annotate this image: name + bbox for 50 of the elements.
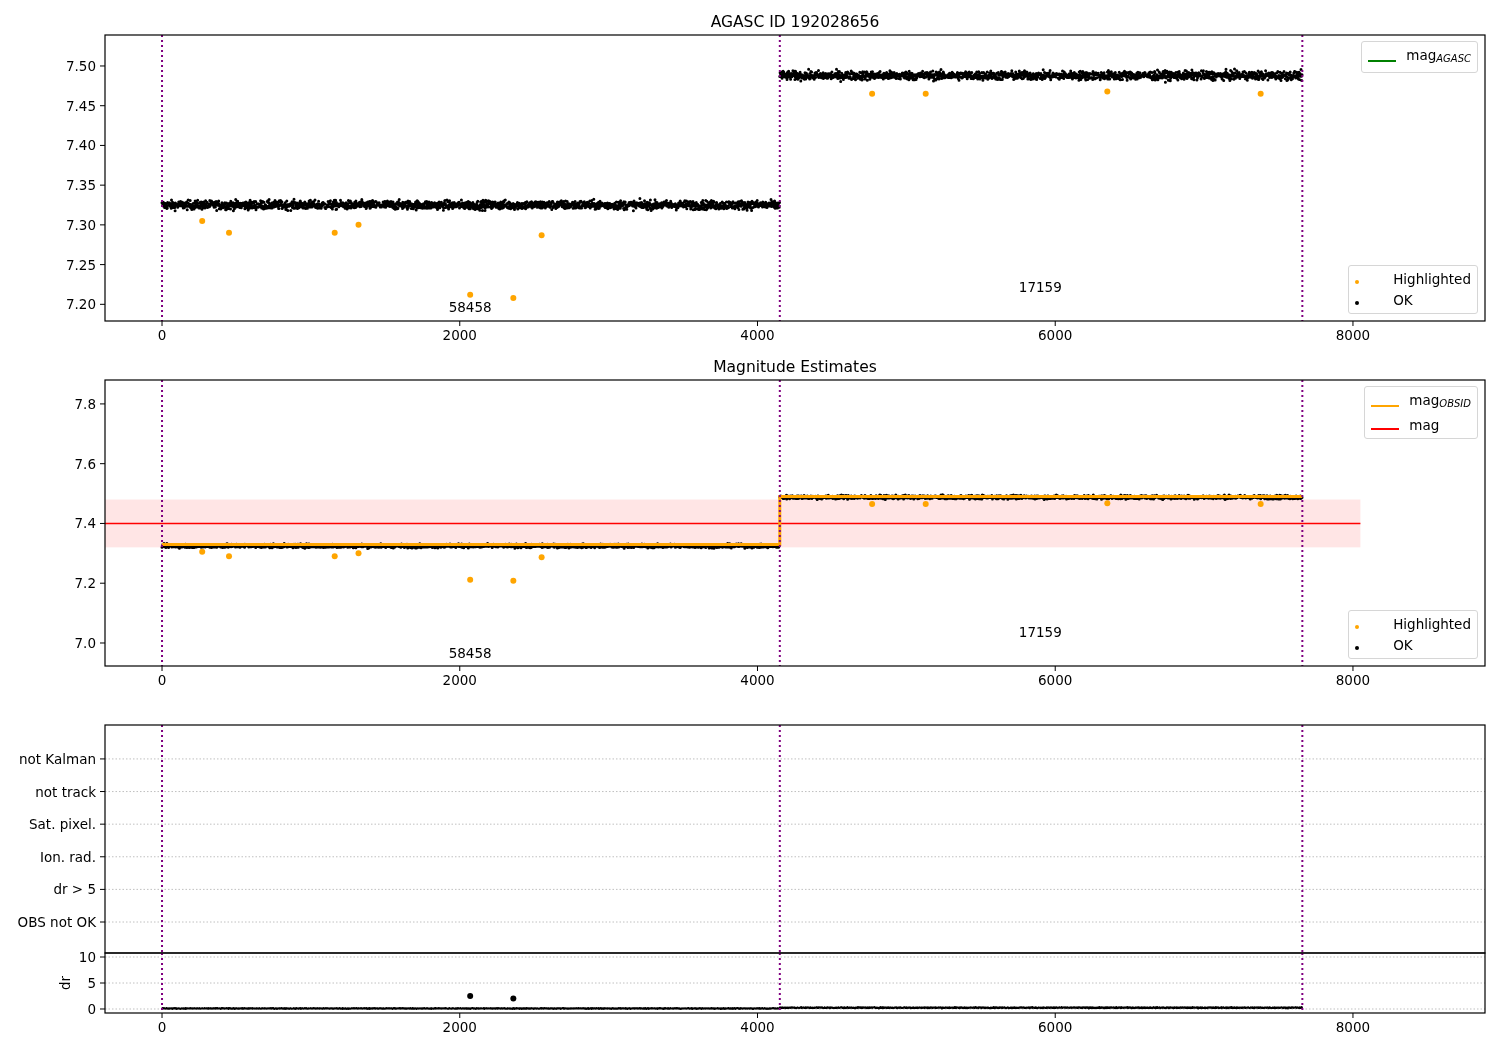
tick-label: 7.8 — [74, 395, 96, 412]
tick-label: 4000 — [740, 327, 775, 343]
legend-label: OK — [1393, 636, 1413, 655]
tick-label: 7.30 — [65, 216, 96, 233]
point-count: 58458 — [448, 644, 492, 661]
tick-label: 2000 — [442, 672, 477, 688]
legend-label: mag — [1409, 416, 1440, 435]
tick-label: 0 — [157, 1019, 167, 1035]
axis-label: dr — [57, 975, 73, 991]
tick-label: 7.50 — [65, 58, 96, 74]
chart-title: AGASC ID 192028656 — [710, 13, 880, 31]
tick-label: 5 — [87, 975, 96, 991]
tick-label: 10 — [78, 949, 96, 965]
tick-label: 6000 — [1038, 1019, 1073, 1035]
tick-label: 6000 — [1038, 327, 1073, 343]
tick-label: 0 — [157, 672, 167, 688]
tick-label: not Kalman — [18, 750, 96, 767]
chart-title: Magnitude Estimates — [713, 358, 877, 376]
tick-label: not track — [35, 783, 96, 800]
tick-label: 7.40 — [65, 137, 96, 154]
tick-label: 0 — [157, 327, 167, 343]
tick-label: 7.2 — [74, 575, 96, 592]
tick-label: 7.45 — [65, 97, 96, 114]
tick-label: 7.0 — [74, 635, 96, 651]
tick-label: 7.20 — [65, 296, 96, 313]
tick-label: Ion. rad. — [39, 848, 96, 865]
tick-label: 7.4 — [74, 515, 96, 532]
tick-label: 7.25 — [65, 256, 96, 273]
point-count: 17159 — [1018, 279, 1062, 296]
tick-label: 8000 — [1335, 1019, 1371, 1035]
tick-label: OBS not OK — [17, 914, 96, 930]
tick-label: 4000 — [740, 672, 775, 688]
tick-label: 8000 — [1335, 327, 1371, 343]
tick-label: dr > 5 — [53, 881, 96, 898]
tick-label: 2000 — [442, 327, 477, 343]
tick-label: 7.6 — [74, 455, 96, 472]
tick-label: 2000 — [442, 1019, 477, 1035]
legend-label: Highlighted — [1393, 615, 1471, 634]
tick-label: 0 — [87, 1001, 96, 1017]
legend-label: mag$_{OBSID}$ — [1409, 391, 1471, 411]
point-count: 17159 — [1018, 624, 1062, 640]
legend-label: OK — [1393, 291, 1413, 310]
tick-label: 8000 — [1335, 672, 1371, 688]
tick-label: 6000 — [1038, 672, 1073, 688]
tick-label: 7.35 — [65, 177, 96, 194]
legend-label: Highlighted — [1393, 270, 1471, 289]
legend-label: mag$_{AGASC}$ — [1406, 46, 1471, 66]
point-count: 58458 — [448, 299, 492, 316]
tick-label: Sat. pixel. — [29, 816, 96, 833]
tick-label: 4000 — [740, 1019, 775, 1035]
